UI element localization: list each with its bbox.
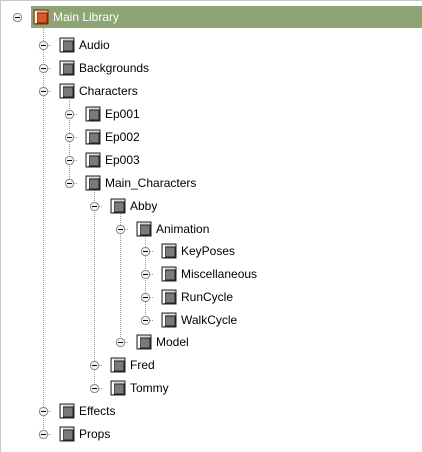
tree-node-label: Audio <box>79 38 110 52</box>
folder-icon <box>136 221 152 237</box>
collapse-toggle-icon[interactable] <box>39 64 48 73</box>
tree-node-label: Ep003 <box>105 153 140 167</box>
tree-node-tommy[interactable]: Tommy <box>1 377 422 399</box>
tree-node-label: Abby <box>130 199 158 213</box>
tree-node-characters[interactable]: Characters <box>1 80 422 102</box>
collapse-toggle-icon[interactable] <box>141 247 150 256</box>
collapse-toggle-icon[interactable] <box>39 430 48 439</box>
tree-node-label: Main Library <box>53 10 120 24</box>
collapse-toggle-icon[interactable] <box>65 179 74 188</box>
tree-node-main-characters[interactable]: Main_Characters <box>1 172 422 194</box>
tree-node-ep003[interactable]: Ep003 <box>1 149 422 171</box>
collapse-toggle-icon[interactable] <box>65 110 74 119</box>
folder-icon <box>59 37 75 53</box>
tree-node-audio[interactable]: Audio <box>1 34 422 56</box>
tree-node-walkcycle[interactable]: WalkCycle <box>1 309 422 331</box>
tree-node-label: Props <box>79 427 111 441</box>
tree-node-fred[interactable]: Fred <box>1 354 422 376</box>
tree-node-ep002[interactable]: Ep002 <box>1 126 422 148</box>
folder-icon <box>110 357 126 373</box>
tree-node-label: KeyPoses <box>181 244 236 258</box>
tree-node-label: RunCycle <box>181 290 234 304</box>
folder-icon <box>59 60 75 76</box>
collapse-toggle-icon[interactable] <box>141 293 150 302</box>
collapse-toggle-icon[interactable] <box>90 384 99 393</box>
folder-icon <box>85 175 101 191</box>
folder-icon <box>85 152 101 168</box>
tree-node-runcycle[interactable]: RunCycle <box>1 286 422 308</box>
tree-node-label: Fred <box>130 358 155 372</box>
collapse-toggle-icon[interactable] <box>13 13 22 22</box>
collapse-toggle-icon[interactable] <box>90 202 99 211</box>
folder-icon <box>161 312 177 328</box>
folder-icon <box>161 243 177 259</box>
folder-icon <box>161 266 177 282</box>
folder-icon <box>110 198 126 214</box>
collapse-toggle-icon[interactable] <box>116 225 125 234</box>
tree-node-backgrounds[interactable]: Backgrounds <box>1 57 422 79</box>
library-folder-icon <box>33 9 49 25</box>
tree-node-label: Characters <box>79 84 138 98</box>
folder-icon <box>85 129 101 145</box>
folder-icon <box>59 83 75 99</box>
collapse-toggle-icon[interactable] <box>141 316 150 325</box>
tree-node-label: Tommy <box>130 381 169 395</box>
collapse-toggle-icon[interactable] <box>141 270 150 279</box>
tree-node-label: Main_Characters <box>105 176 197 190</box>
tree-node-props[interactable]: Props <box>1 423 422 445</box>
collapse-toggle-icon[interactable] <box>39 407 48 416</box>
collapse-toggle-icon[interactable] <box>39 41 48 50</box>
tree-node-animation[interactable]: Animation <box>1 218 422 240</box>
collapse-toggle-icon[interactable] <box>116 338 125 347</box>
tree-node-label: Animation <box>156 222 210 236</box>
folder-icon <box>110 380 126 396</box>
tree-node-ep001[interactable]: Ep001 <box>1 103 422 125</box>
tree-node-label: Miscellaneous <box>181 267 258 281</box>
folder-icon <box>161 289 177 305</box>
tree-node-label: Model <box>156 335 189 349</box>
tree-node-label: Ep001 <box>105 107 140 121</box>
tree-node-label: WalkCycle <box>181 313 238 327</box>
folder-icon <box>59 426 75 442</box>
tree-node-label: Backgrounds <box>79 61 150 75</box>
folder-icon <box>85 106 101 122</box>
tree-node-abby[interactable]: Abby <box>1 195 422 217</box>
collapse-toggle-icon[interactable] <box>65 156 74 165</box>
tree-node-effects[interactable]: Effects <box>1 400 422 422</box>
folder-icon <box>59 403 75 419</box>
library-tree-panel: Main Library Audio Backgrounds Character… <box>0 0 422 452</box>
tree-node-label: Effects <box>79 404 116 418</box>
folder-icon <box>136 334 152 350</box>
collapse-toggle-icon[interactable] <box>90 361 99 370</box>
collapse-toggle-icon[interactable] <box>39 87 48 96</box>
tree-node-label: Ep002 <box>105 130 140 144</box>
tree-node-keyposes[interactable]: KeyPoses <box>1 240 422 262</box>
tree-node-miscellaneous[interactable]: Miscellaneous <box>1 263 422 285</box>
tree-node-model[interactable]: Model <box>1 331 422 353</box>
collapse-toggle-icon[interactable] <box>65 133 74 142</box>
tree-node-main-library[interactable]: Main Library <box>1 6 422 28</box>
